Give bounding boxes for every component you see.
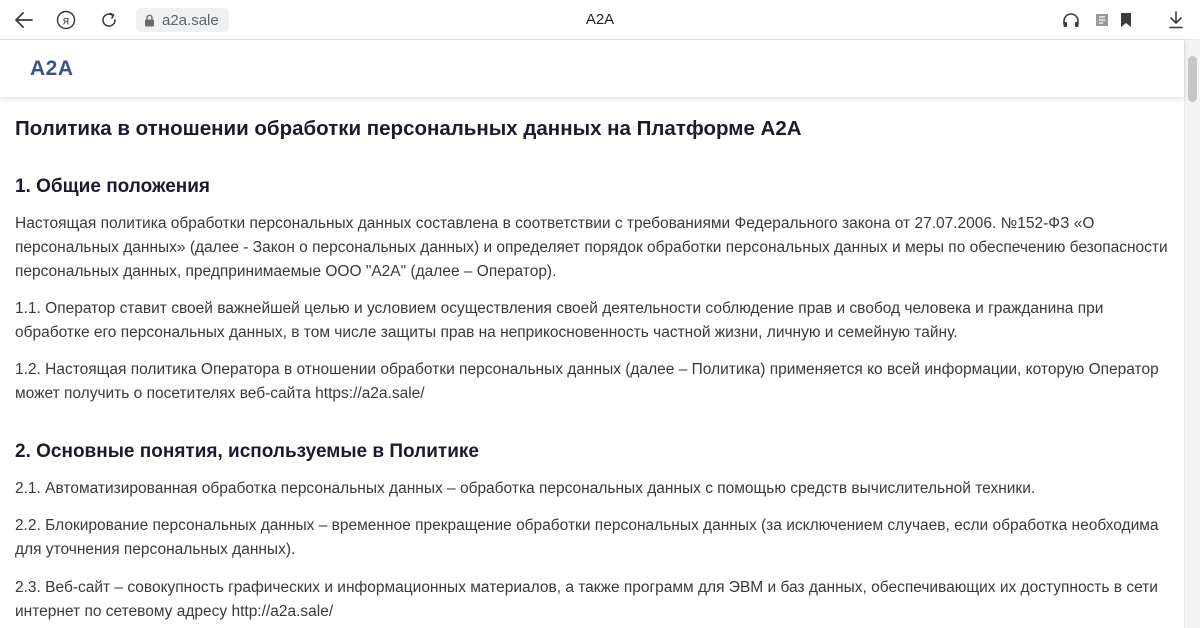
paragraph: 1.1. Оператор ставит своей важнейшей цел… <box>15 300 1104 341</box>
address-bar[interactable]: a2a.sale <box>136 8 229 32</box>
paragraph: Настоящая политика обработки персональны… <box>15 215 1168 280</box>
url-text: a2a.sale <box>162 11 219 29</box>
back-arrow-icon[interactable] <box>10 6 38 34</box>
paragraph: 2.1. Автоматизированная обработка персон… <box>15 480 1036 497</box>
section-heading: 1. Общие положения <box>15 176 211 197</box>
yandex-icon[interactable]: я <box>52 6 80 34</box>
browser-toolbar: я a2a.sale A2A <box>0 0 1200 40</box>
page-title: Политика в отношении обработки персональ… <box>15 117 802 140</box>
paragraph: 1.2. Настоящая политика Оператора в отно… <box>15 361 1159 402</box>
lock-icon <box>142 13 156 27</box>
bookmark-icon[interactable] <box>1112 6 1140 34</box>
section-heading: 2. Основные понятия, используемые в Поли… <box>15 441 479 462</box>
download-icon[interactable] <box>1162 6 1190 34</box>
paragraph: 2.2. Блокирование персональных данных – … <box>15 517 1159 558</box>
paragraph: 2.3. Веб-сайт – совокупность графических… <box>15 579 1158 620</box>
site-header: A2A <box>0 40 1184 97</box>
headphones-icon[interactable] <box>1057 6 1085 34</box>
page-scrollbar[interactable] <box>1184 40 1200 628</box>
site-logo[interactable]: A2A <box>30 57 74 81</box>
svg-text:я: я <box>63 14 70 28</box>
scrollbar-thumb[interactable] <box>1188 56 1197 102</box>
reload-icon[interactable] <box>95 6 123 34</box>
